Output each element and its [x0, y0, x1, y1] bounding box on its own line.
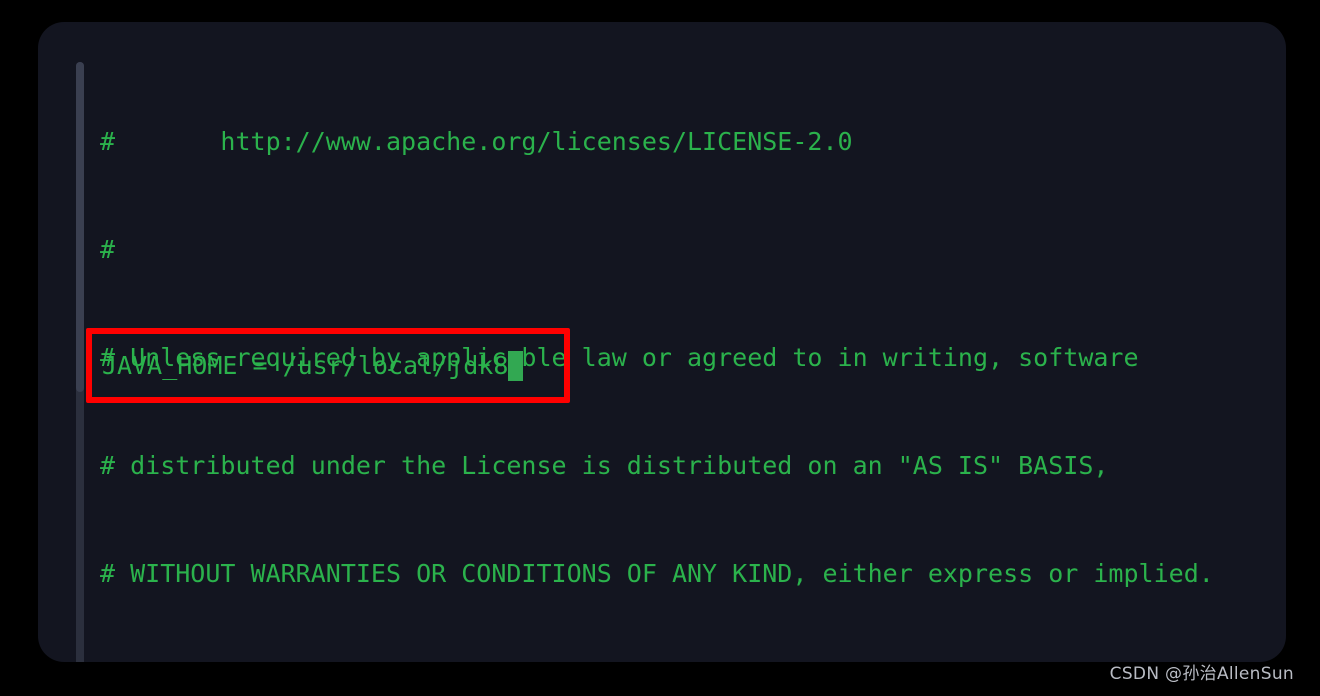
code-editor-panel[interactable]: # http://www.apache.org/licenses/LICENSE… — [38, 22, 1286, 662]
java-home-line-text[interactable]: JAVA_HOME = /usr/local/jdk8 — [102, 348, 508, 384]
editor-scrollbar-thumb[interactable] — [76, 62, 84, 392]
csdn-watermark: CSDN @孙治AllenSun — [1109, 664, 1294, 684]
code-line[interactable]: # distributed under the License is distr… — [100, 448, 1286, 484]
text-cursor — [508, 351, 524, 381]
code-line[interactable]: # WITHOUT WARRANTIES OR CONDITIONS OF AN… — [100, 556, 1286, 592]
screenshot-root: # http://www.apache.org/licenses/LICENSE… — [0, 0, 1320, 696]
code-line[interactable]: # http://www.apache.org/licenses/LICENSE… — [100, 124, 1286, 160]
code-line[interactable]: # — [100, 232, 1286, 268]
java-home-line[interactable]: JAVA_HOME = /usr/local/jdk8 — [102, 348, 524, 384]
